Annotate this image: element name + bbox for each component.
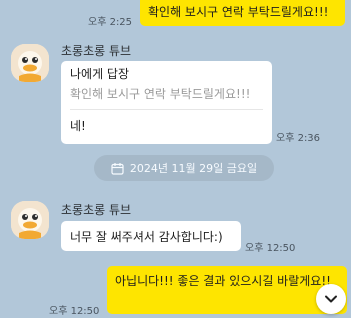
calendar-icon	[111, 162, 124, 175]
avatar-image	[11, 201, 49, 239]
avatar[interactable]	[11, 201, 49, 239]
sender-name: 초롱초롱 튜브	[61, 44, 132, 58]
scroll-to-bottom-button[interactable]	[316, 284, 346, 314]
reply-header: 나에게 답장	[70, 67, 130, 81]
chevron-down-icon	[325, 295, 337, 303]
date-separator: 2024년 11월 29일 금요일	[94, 155, 274, 181]
sender-name: 초롱초롱 튜브	[61, 203, 132, 217]
avatar-image	[11, 44, 49, 82]
outgoing-message-bubble[interactable]: 확인해 보시구 연락 부탁드릴게요!!!	[140, 0, 345, 26]
message-text: 아닙니다!!! 좋은 결과 있으시길 바랄게요!!	[115, 274, 331, 288]
message-time: 오후 2:25	[88, 17, 133, 28]
message-time: 오후 12:50	[49, 306, 100, 317]
incoming-message-bubble[interactable]: 너무 잘 써주셔서 감사합니다:)	[61, 221, 241, 251]
message-text: 확인해 보시구 연락 부탁드릴게요!!!	[148, 5, 329, 19]
message-time: 오후 12:50	[245, 243, 296, 254]
reply-message-bubble[interactable]: 나에게 답장 확인해 보시구 연락 부탁드릴게요!!! 네!	[61, 61, 272, 144]
message-text: 너무 잘 써주셔서 감사합니다:)	[70, 230, 223, 244]
reply-quote[interactable]: 확인해 보시구 연락 부탁드릴게요!!!	[70, 86, 250, 102]
outgoing-message-bubble[interactable]: 아닙니다!!! 좋은 결과 있으시길 바랄게요!!	[107, 266, 347, 314]
message-text: 네!	[70, 119, 86, 133]
reply-divider	[70, 109, 263, 110]
message-time: 오후 2:36	[276, 133, 321, 144]
avatar[interactable]	[11, 44, 49, 82]
date-text: 2024년 11월 29일 금요일	[129, 162, 258, 175]
